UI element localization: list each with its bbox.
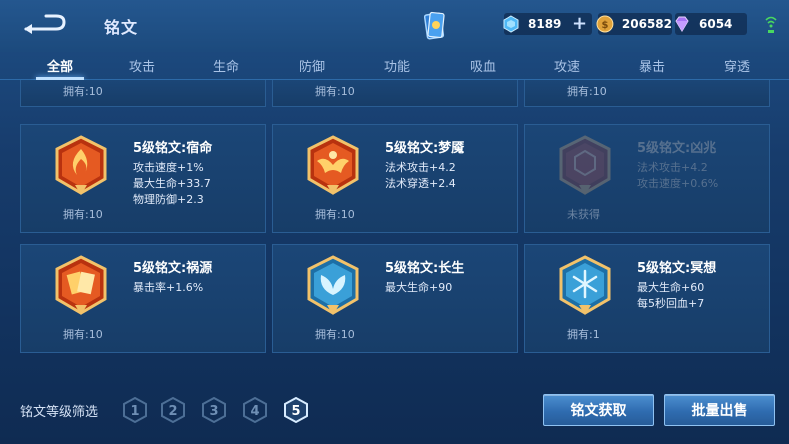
crimson-cards-emblem-icon [55, 255, 107, 315]
rune-card-partial[interactable]: 拥有:10 [272, 80, 518, 107]
owned-count: 拥有:10 [315, 85, 355, 98]
rune-card-huoyuan[interactable]: 5级铭文:祸源 暴击率+1.6% 拥有:10 [20, 244, 266, 353]
diamond-count: 6054 [699, 17, 733, 31]
tab-critical[interactable]: 暴击 [622, 56, 682, 75]
azure-leaf-emblem-icon [307, 255, 359, 315]
rune-name: 5级铭文:宿命 [133, 141, 213, 156]
tab-all[interactable]: 全部 [30, 56, 90, 75]
rune-card-changsheng[interactable]: 5级铭文:长生 最大生命+90 拥有:10 [272, 244, 518, 353]
level-filter-5[interactable]: 5 [283, 397, 309, 423]
diamond-icon [675, 16, 689, 32]
rune-name: 5级铭文:祸源 [133, 261, 213, 276]
owned-count: 拥有:10 [63, 208, 103, 221]
tab-lifesteal[interactable]: 吸血 [453, 56, 513, 75]
rune-stat: 攻击速度+1% [133, 161, 204, 174]
diamond-currency: 6054 [675, 13, 747, 35]
rune-grid: 拥有:10 拥有:10 拥有:10 5级铭文:宿命 攻击速度+1% 最大生命+3… [18, 80, 782, 380]
rune-stat: 物理防御+2.3 [133, 193, 204, 206]
owned-count: 拥有:10 [315, 328, 355, 341]
svg-text:$: $ [601, 20, 608, 31]
rune-card-xiongzhao[interactable]: 5级铭文:凶兆 法术攻击+4.2 攻击速度+0.6% 未获得 [524, 124, 770, 233]
back-arrow-icon[interactable] [22, 13, 68, 35]
rune-stat: 法术攻击+4.2 [637, 161, 708, 174]
bulk-sell-button[interactable]: 批量出售 [664, 394, 775, 426]
azure-snowflake-emblem-icon [559, 255, 611, 315]
tab-defense[interactable]: 防御 [282, 56, 342, 75]
bottom-bar: 铭文等级筛选 1 2 3 4 5 铭文获取 批量出售 [0, 384, 789, 444]
rune-card-partial[interactable]: 拥有:10 [524, 80, 770, 107]
gem-count: 8189 [528, 17, 562, 31]
rune-acquire-button[interactable]: 铭文获取 [543, 394, 654, 426]
network-signal-icon [765, 16, 777, 33]
tab-health[interactable]: 生命 [196, 56, 256, 75]
page-title: 铭文 [104, 18, 139, 37]
rune-name: 5级铭文:冥想 [637, 261, 717, 276]
crimson-flame-emblem-icon [55, 135, 107, 195]
level-number: 2 [168, 404, 177, 419]
level-number: 1 [130, 404, 139, 419]
rune-stat: 每5秒回血+7 [637, 297, 705, 310]
tab-utility[interactable]: 功能 [367, 56, 427, 75]
owned-count: 拥有:10 [315, 208, 355, 221]
rune-stat: 最大生命+90 [385, 281, 453, 294]
level-filter-4[interactable]: 4 [242, 397, 268, 423]
level-filter-label: 铭文等级筛选 [20, 405, 99, 420]
rune-stat: 最大生命+60 [637, 281, 705, 294]
rune-card-mengyan[interactable]: 5级铭文:梦魇 法术攻击+4.2 法术穿透+2.4 拥有:10 [272, 124, 518, 233]
rune-stat: 暴击率+1.6% [133, 281, 204, 294]
gold-coin-icon: $ [596, 15, 614, 33]
rune-card-icon[interactable] [424, 11, 446, 41]
gem-icon [503, 15, 519, 33]
owned-count: 拥有:10 [567, 85, 607, 98]
owned-count: 拥有:1 [567, 328, 600, 341]
rune-card-mingxiang[interactable]: 5级铭文:冥想 最大生命+60 每5秒回血+7 拥有:1 [524, 244, 770, 353]
level-filter-2[interactable]: 2 [160, 397, 186, 423]
owned-count: 拥有:10 [63, 328, 103, 341]
tab-attack[interactable]: 攻击 [112, 56, 172, 75]
owned-count: 拥有:10 [63, 85, 103, 98]
top-bar: 铭文 8189 + $ 206582 6054 [0, 0, 789, 52]
level-filter-1[interactable]: 1 [122, 397, 148, 423]
gold-count: 206582 [621, 17, 672, 31]
tab-penetration[interactable]: 穿透 [707, 56, 767, 75]
gold-currency: $ 206582 [596, 13, 672, 35]
level-number: 4 [250, 404, 259, 419]
not-acquired-label: 未获得 [567, 208, 600, 221]
crimson-bat-emblem-icon [307, 135, 359, 195]
level-filter-3[interactable]: 3 [201, 397, 227, 423]
level-number: 3 [209, 404, 218, 419]
rune-name: 5级铭文:梦魇 [385, 141, 465, 156]
rune-card-partial[interactable]: 拥有:10 [20, 80, 266, 107]
tab-attack-speed[interactable]: 攻速 [537, 56, 597, 75]
rune-card-suming[interactable]: 5级铭文:宿命 攻击速度+1% 最大生命+33.7 物理防御+2.3 拥有:10 [20, 124, 266, 233]
crimson-hex-emblem-icon [559, 135, 611, 195]
rune-stat: 法术穿透+2.4 [385, 177, 456, 190]
rune-stat: 法术攻击+4.2 [385, 161, 456, 174]
rune-stat: 攻击速度+0.6% [637, 177, 719, 190]
add-gem-button[interactable]: + [572, 15, 587, 33]
rune-name: 5级铭文:凶兆 [637, 141, 717, 156]
rune-stat: 最大生命+33.7 [133, 177, 211, 190]
level-number: 5 [291, 404, 300, 419]
rune-name: 5级铭文:长生 [385, 261, 465, 276]
category-tabs: 全部 攻击 生命 防御 功能 吸血 攻速 暴击 穿透 [0, 52, 789, 80]
